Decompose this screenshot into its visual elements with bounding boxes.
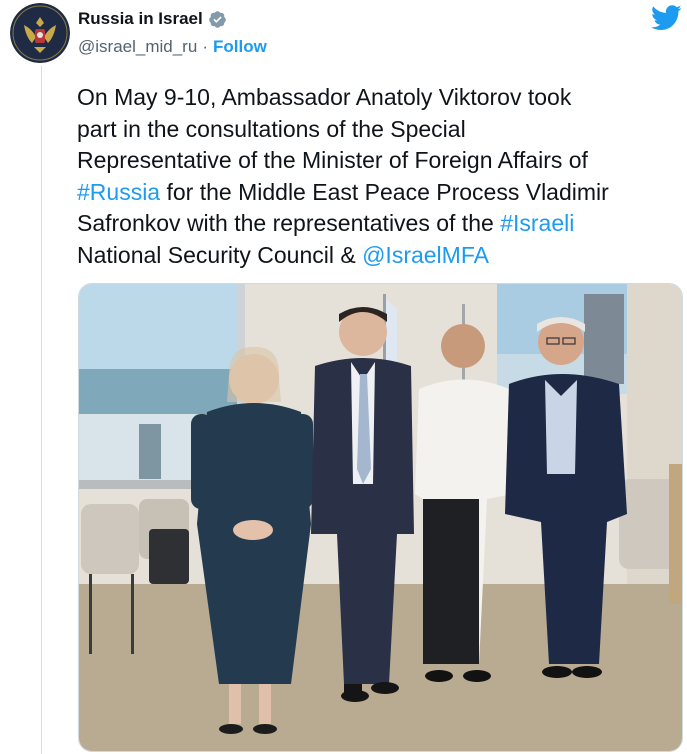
thread-line [41,66,42,754]
user-handle[interactable]: @israel_mid_ru [78,37,197,57]
tweet-text-fragment: for the Middle East Peace Process Vladim… [160,178,609,205]
tweet-line: On May 9-10, Ambassador Anatoly Viktorov… [77,84,572,110]
hashtag-russia-link[interactable]: #Russia [77,179,160,205]
tweet-line: #Russia for the Middle East Peace Proces… [77,177,677,209]
coat-of-arms-icon [10,3,70,63]
tweet-line: National Security Council & @IsraelMFA [77,240,677,272]
twitter-bird-icon[interactable] [651,5,682,31]
follow-button[interactable]: Follow [213,37,267,57]
separator-dot: · [202,37,208,56]
tweet-line: Representative of the Minister of Foreig… [77,147,588,173]
verified-badge-icon [208,10,227,29]
tweet-line: Safronkov with the representatives of th… [77,208,677,240]
author-block: Russia in Israel @israel_mid_ru · Follow [78,8,267,57]
group-photo-image [79,284,682,751]
display-name[interactable]: Russia in Israel [78,9,203,29]
tweet-text-fragment: National Security Council & [77,241,363,268]
hashtag-israeli-link[interactable]: #Israeli [500,210,574,236]
mention-israelmfa-link[interactable]: @IsraelMFA [362,242,489,268]
tweet-text-fragment: Safronkov with the representatives of th… [77,210,501,236]
tweet-photo[interactable] [78,283,683,752]
tweet-line: part in the consultations of the Special [77,115,466,142]
avatar[interactable] [10,3,70,63]
tweet-text: On May 9-10, Ambassador Anatoly Viktorov… [77,82,677,271]
